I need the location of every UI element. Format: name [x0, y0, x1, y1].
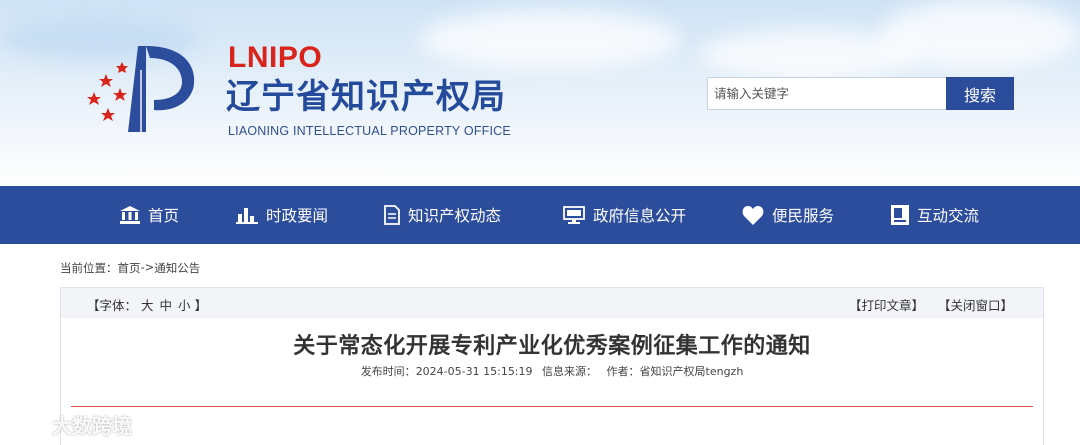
author: 省知识产权局tengzh — [639, 365, 744, 378]
heart-icon — [742, 205, 764, 225]
breadcrumb: 当前位置： 首页 -> 通知公告 — [60, 260, 200, 276]
nav-label: 知识产权动态 — [408, 207, 502, 225]
nav-item-gov-info[interactable]: 政府信息公开 — [563, 186, 686, 244]
article-container: 【字体： 大 中 小 】 【打印文章】 【关闭窗口】 关于常态化开展专利产业化优… — [60, 287, 1044, 445]
font-small-button[interactable]: 小 — [178, 295, 191, 314]
font-size-bracket: 】 — [194, 298, 208, 313]
site-header: LNIPO 辽宁省知识产权局 LIAONING INTELLECTUAL PRO… — [0, 0, 1080, 186]
author-label: 作者： — [606, 365, 640, 378]
print-article-button[interactable]: 【打印文章】 — [849, 295, 924, 314]
toolbar-actions: 【打印文章】 【关闭窗口】 — [849, 295, 1013, 314]
main-nav: 首页 时政要闻 知识产权动态 政府信息公开 便民服务 互动交流 — [0, 186, 1080, 244]
article-toolbar: 【字体： 大 中 小 】 【打印文章】 【关闭窗口】 — [61, 288, 1043, 318]
book-icon — [891, 205, 909, 225]
search-box: 搜索 — [707, 77, 1014, 110]
publish-time: 2024-05-31 15:15:19 — [415, 365, 533, 378]
nav-label: 政府信息公开 — [593, 207, 687, 225]
breadcrumb-home-link[interactable]: 首页 — [118, 260, 141, 276]
nav-item-ip-dynamics[interactable]: 知识产权动态 — [384, 186, 501, 244]
search-input[interactable] — [707, 77, 946, 110]
article-title: 关于常态化开展专利产业化优秀案例征集工作的通知 — [293, 334, 811, 359]
close-window-button[interactable]: 【关闭窗口】 — [938, 295, 1013, 314]
search-button[interactable]: 搜索 — [946, 77, 1014, 110]
title-divider — [71, 406, 1033, 407]
document-icon — [384, 205, 400, 225]
nav-label: 互动交流 — [917, 207, 980, 225]
breadcrumb-separator: -> — [140, 260, 155, 274]
site-name-en: LIAONING INTELLECTUAL PROPERTY OFFICE — [228, 124, 511, 138]
breadcrumb-current-link[interactable]: 通知公告 — [154, 260, 200, 276]
watermark: 大数跨境 — [8, 410, 132, 439]
cloud-decoration — [420, 10, 680, 70]
nav-label: 时政要闻 — [266, 207, 329, 225]
lnipo-emblem-icon[interactable] — [84, 40, 202, 136]
nav-label: 便民服务 — [772, 207, 835, 225]
logo-abbreviation: LNIPO — [228, 41, 323, 74]
publish-time-label: 发布时间： — [360, 365, 416, 378]
font-size-label: 【字体： — [87, 298, 138, 313]
cloud-decoration — [880, 0, 1080, 70]
site-name-cn: 辽宁省知识产权局 — [226, 77, 506, 117]
bar-chart-icon — [236, 208, 258, 224]
font-size-control: 【字体： 大 中 小 】 — [86, 295, 208, 314]
nav-item-services[interactable]: 便民服务 — [742, 186, 834, 244]
nav-item-interaction[interactable]: 互动交流 — [891, 186, 979, 244]
source-label: 信息来源： — [542, 365, 598, 378]
bank-icon — [120, 206, 140, 224]
nav-label: 首页 — [148, 207, 180, 225]
watermark-text: 大数跨境 — [52, 414, 132, 438]
article-meta: 发布时间：2024-05-31 15:15:19 信息来源： 作者：省知识产权局… — [61, 363, 1043, 379]
nav-item-home[interactable]: 首页 — [120, 186, 179, 244]
nav-item-news[interactable]: 时政要闻 — [236, 186, 328, 244]
font-medium-button[interactable]: 中 — [160, 295, 173, 314]
font-large-button[interactable]: 大 — [141, 295, 154, 314]
monitor-icon — [563, 206, 585, 224]
breadcrumb-prefix: 当前位置： — [60, 261, 118, 275]
watermark-logo-icon — [8, 416, 45, 433]
